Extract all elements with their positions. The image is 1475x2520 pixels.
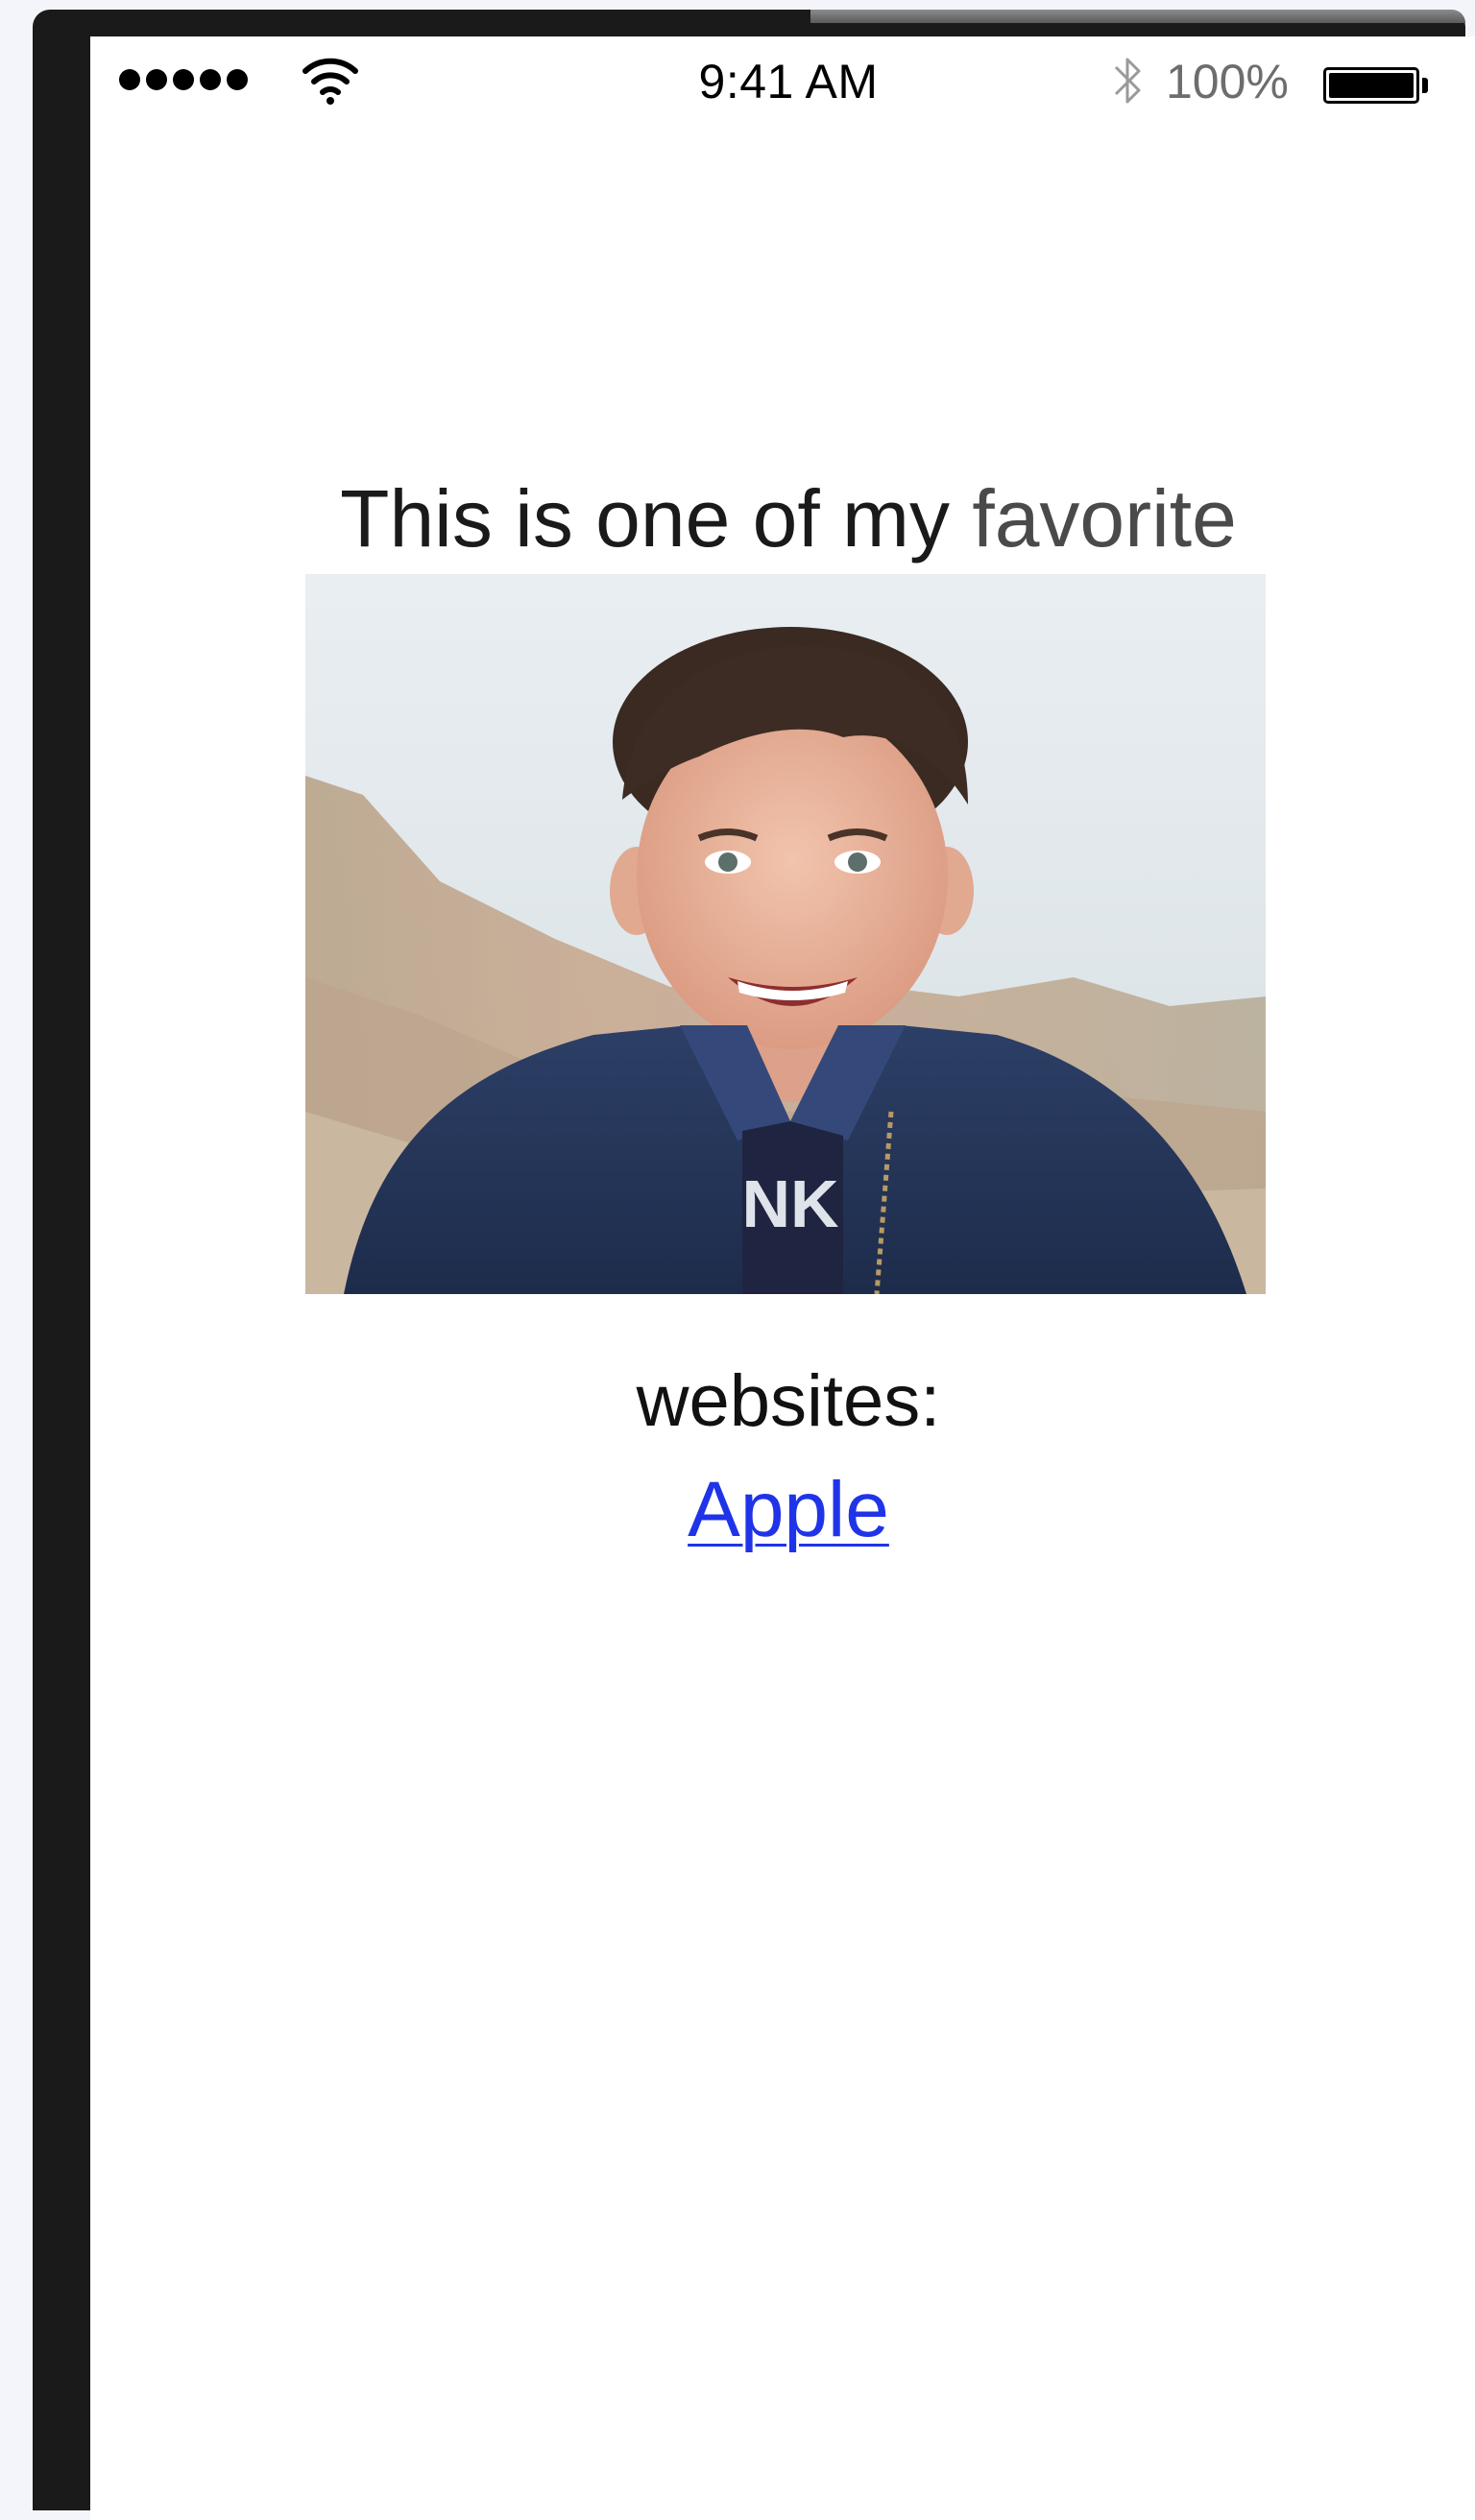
headline-emphasis: favorite (972, 473, 1237, 564)
headline-text: This is one of my (340, 473, 951, 564)
battery-icon (1323, 67, 1419, 104)
websites-label: websites: (636, 1360, 941, 1442)
apple-link[interactable]: Apple (688, 1466, 889, 1553)
page-headline: This is one of my favorite (90, 478, 1475, 559)
phone-frame: 9:41 AM 100% This is one of my favorite (33, 10, 1475, 2520)
battery-percent: 100% (1166, 55, 1289, 108)
profile-photo: NK (305, 574, 1266, 1294)
frame-highlight (810, 10, 1465, 23)
bluetooth-icon (1114, 58, 1141, 104)
apple-link-container: Apple (90, 1471, 1475, 1549)
phone-screen: 9:41 AM 100% This is one of my favorite (90, 36, 1475, 2520)
battery-tip (1422, 78, 1428, 93)
status-bar: 9:41 AM 100% (90, 36, 1475, 129)
battery-fill (1329, 73, 1414, 98)
svg-text:NK: NK (741, 1166, 838, 1241)
